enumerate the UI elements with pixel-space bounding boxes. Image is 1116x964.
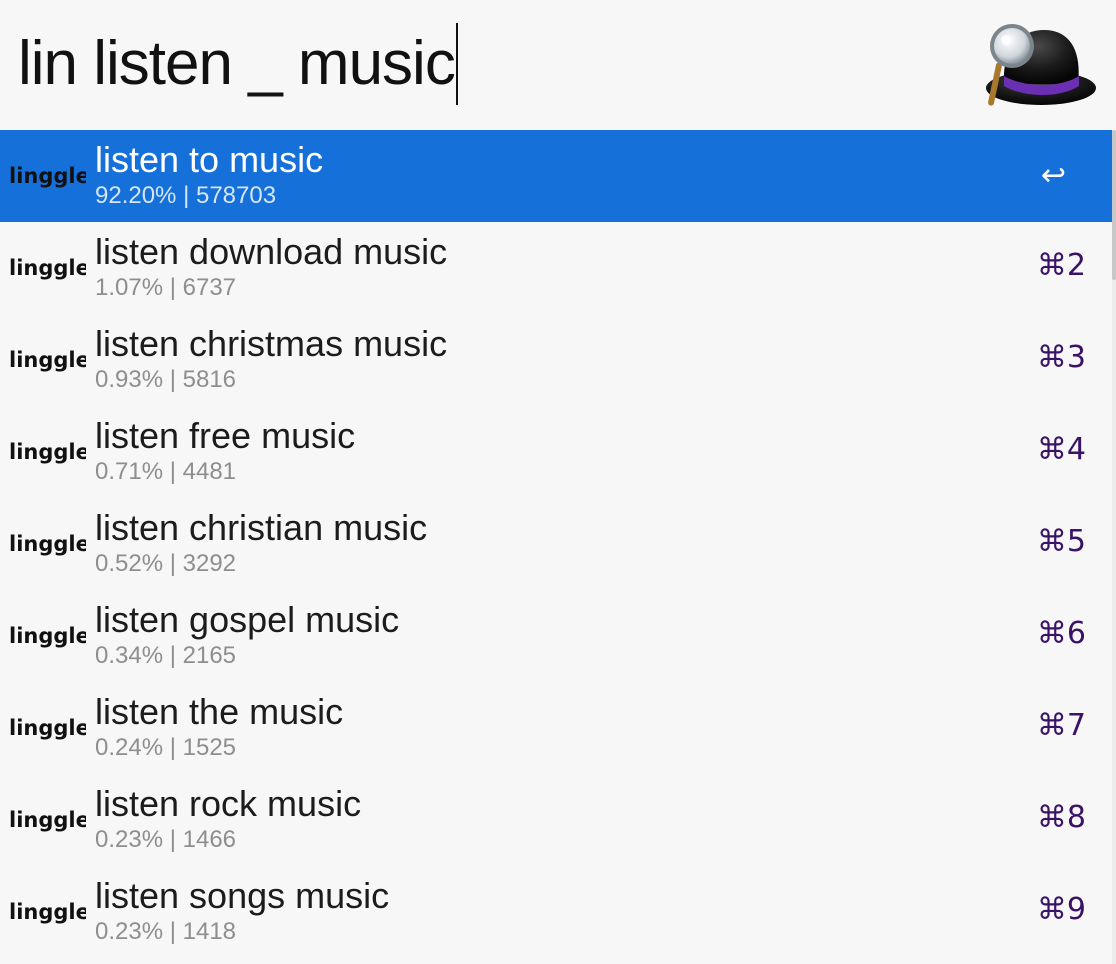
shortcut-hint: ⌘6 (1036, 616, 1086, 651)
result-title: listen to music (95, 139, 324, 180)
search-bar: lin listen _ music (0, 0, 1116, 130)
result-row[interactable]: linggle listen rock music 0.23% | 1466 ⌘8 (0, 774, 1112, 866)
shortcut-hint: ⌘8 (1036, 800, 1086, 835)
result-row[interactable]: linggle listen to music 92.20% | 578703 ↩ (0, 130, 1112, 222)
result-row[interactable]: linggle listen christian music 0.52% | 329… (0, 498, 1112, 590)
shortcut-hint: ⌘9 (1036, 892, 1086, 927)
linggle-logo-text: linggle (9, 716, 86, 740)
result-subtitle: 1.07% | 6737 (95, 274, 237, 301)
linggle-icon: linggle (8, 435, 86, 469)
result-row[interactable]: linggle listen christmas music 0.93% | 581… (0, 314, 1112, 406)
linggle-logo-text: linggle (9, 164, 86, 188)
result-subtitle: 0.24% | 1525 (95, 734, 237, 761)
linggle-icon: linggle (8, 343, 86, 377)
result-subtitle: 92.20% | 578703 (95, 182, 277, 209)
shortcut-hint: ⌘2 (1036, 248, 1086, 283)
linggle-logo-text: linggle (9, 624, 86, 648)
shortcut-hint: ⌘5 (1036, 524, 1086, 559)
scrollbar[interactable] (1112, 130, 1116, 964)
result-row[interactable]: linggle listen the music 0.24% | 1525 ⌘7 (0, 682, 1112, 774)
linggle-icon: linggle (8, 711, 86, 745)
result-subtitle: 0.52% | 3292 (95, 550, 237, 577)
result-title: listen christmas music (95, 323, 448, 364)
text-caret (455, 23, 458, 105)
result-row[interactable]: linggle listen download music 1.07% | 6737… (0, 222, 1112, 314)
result-row[interactable]: linggle listen songs music 0.23% | 1418 ⌘9 (0, 866, 1112, 958)
linggle-icon: linggle (8, 619, 86, 653)
linggle-icon: linggle (8, 251, 86, 285)
scrollbar-thumb[interactable] (1112, 130, 1116, 280)
result-title: listen download music (95, 231, 448, 272)
result-subtitle: 0.93% | 5816 (95, 366, 237, 393)
result-title: listen the music (95, 691, 344, 732)
results-list: linggle listen to music 92.20% | 578703 ↩ li… (0, 130, 1116, 964)
linggle-logo-text: linggle (9, 532, 86, 556)
result-subtitle: 0.34% | 2165 (95, 642, 237, 669)
result-title: listen gospel music (95, 599, 400, 640)
result-title: listen rock music (95, 783, 362, 824)
result-title: listen songs music (95, 875, 390, 916)
result-row[interactable]: linggle listen gospel music 0.34% | 2165 ⌘6 (0, 590, 1112, 682)
shortcut-hint: ⌘7 (1036, 708, 1086, 743)
linggle-logo-text: linggle (9, 900, 86, 924)
return-key-icon: ↩ (1040, 158, 1066, 193)
linggle-logo-text: linggle (9, 808, 86, 832)
linggle-icon: linggle (8, 803, 86, 837)
linggle-logo-text: linggle (9, 348, 86, 372)
alfred-hat-magnifier-icon (980, 18, 1098, 118)
shortcut-hint: ⌘4 (1036, 432, 1086, 467)
result-row[interactable]: linggle listen free music 0.71% | 4481 ⌘4 (0, 406, 1112, 498)
result-title: listen christian music (95, 507, 428, 548)
shortcut-hint: ⌘3 (1036, 340, 1086, 375)
search-input[interactable]: lin listen _ music (18, 22, 458, 106)
result-subtitle: 0.23% | 1466 (95, 826, 237, 853)
alfred-window: lin listen _ music linggle listen to mus… (0, 0, 1116, 964)
linggle-icon: linggle (8, 895, 86, 929)
result-subtitle: 0.23% | 1418 (95, 918, 237, 945)
result-subtitle: 0.71% | 4481 (95, 458, 237, 485)
linggle-icon: linggle (8, 159, 86, 193)
result-title: listen free music (95, 415, 356, 456)
linggle-icon: linggle (8, 527, 86, 561)
search-query-text[interactable]: lin listen _ music (18, 33, 456, 95)
linggle-logo-text: linggle (9, 256, 86, 280)
linggle-logo-text: linggle (9, 440, 86, 464)
